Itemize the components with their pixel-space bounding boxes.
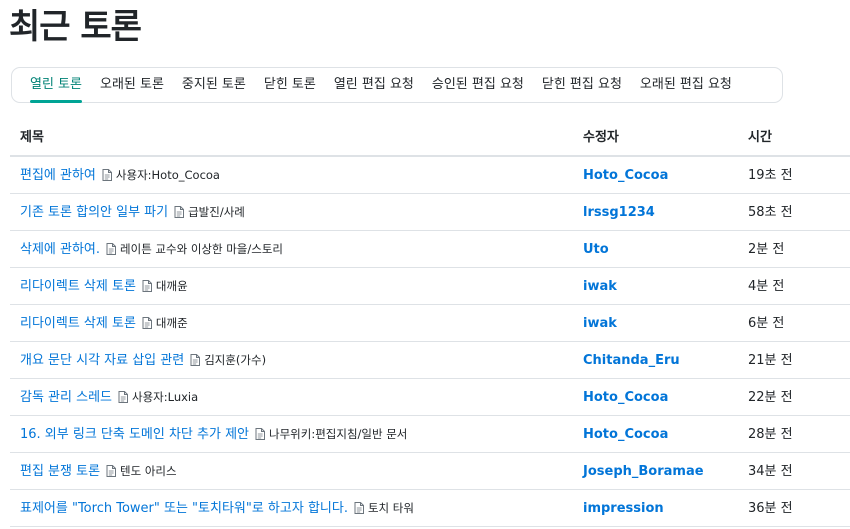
page-title: 최근 토론 [9,7,142,47]
document-icon [106,233,117,255]
table-row: 삭제에 관하여. 레이튼 교수와 이상한 마을/스토리 Uto 2분 전 [10,231,850,268]
time-ago: 28분 전 [748,427,793,442]
editor-link[interactable]: iwak [583,268,617,305]
discussion-topic-link[interactable]: 편집 분쟁 토론 [20,464,100,479]
document-name: 사용자:Hoto_Cocoa [115,168,220,182]
table-row: 감독 관리 스레드 사용자:Luxia Hoto_Cocoa 22분 전 [10,379,850,416]
document-link[interactable]: 대깨준 [142,305,188,342]
table-row: 리다이렉트 삭제 토론 대깨윤 iwak 4분 전 [10,268,850,305]
title-cell: 편집 분쟁 토론 텐도 아리스 [20,453,177,490]
title-cell: 표제어를 "Torch Tower" 또는 "토치타워"로 하고자 합니다. 토치… [20,490,414,527]
table-row: 리다이렉트 삭제 토론 대깨준 iwak 6분 전 [10,305,850,342]
title-cell: 16. 외부 링크 단축 도메인 차단 추가 제안 나무위키:편집지침/일반 문서 [20,416,407,453]
discussion-topic-link[interactable]: 기존 토론 합의안 일부 파기 [20,205,168,220]
document-name: 대깨윤 [155,279,188,293]
document-icon [174,196,185,218]
editor-link[interactable]: Uto [583,231,609,268]
document-icon [118,381,128,403]
time-ago: 2분 전 [748,242,785,257]
tab-1[interactable]: 오래된 토론 [91,68,173,102]
document-icon [190,344,201,366]
document-icon [102,159,112,181]
table-header: 제목 수정자 시간 [10,120,850,157]
discussion-topic-link[interactable]: 삭제에 관하여. [20,242,100,257]
column-header-editor: 수정자 [583,130,619,145]
table-row: 개요 문단 시각 자료 삽입 관련 김지훈(가수) Chitanda_Eru 21분 … [10,342,850,379]
title-cell: 감독 관리 스레드 사용자:Luxia [20,379,198,416]
time-ago: 22분 전 [748,390,793,405]
discussion-topic-link[interactable]: 리다이렉트 삭제 토론 [20,316,136,331]
title-cell: 기존 토론 합의안 일부 파기 급발진/사례 [20,194,245,231]
document-link[interactable]: 토치 타워 [354,490,414,527]
document-link[interactable]: 텐도 아리스 [106,453,177,490]
column-header-title: 제목 [20,130,44,145]
editor-link[interactable]: Chitanda_Eru [583,342,680,379]
editor-link[interactable]: iwak [583,305,617,342]
document-link[interactable]: 사용자:Hoto_Cocoa [102,157,220,194]
time-ago: 21분 전 [748,353,793,368]
tab-5[interactable]: 승인된 편집 요청 [423,68,533,102]
document-icon [142,307,152,329]
document-link[interactable]: 김지훈(가수) [190,342,266,379]
title-cell: 삭제에 관하여. 레이튼 교수와 이상한 마을/스토리 [20,231,283,268]
time-ago: 36분 전 [748,501,793,516]
title-cell: 편집에 관하여 사용자:Hoto_Cocoa [20,157,220,194]
discussion-tabs: 열린 토론 오래된 토론 중지된 토론 닫힌 토론 열린 편집 요청 승인된 편집 요청 닫… [11,67,783,103]
document-name: 사용자:Luxia [132,390,199,404]
editor-link[interactable]: Hoto_Cocoa [583,157,668,194]
tab-6[interactable]: 닫힌 편집 요청 [533,68,631,102]
document-link[interactable]: 사용자:Luxia [118,379,198,416]
document-link[interactable]: 나무위키:편집지침/일반 문서 [255,416,407,453]
title-cell: 개요 문단 시각 자료 삽입 관련 김지훈(가수) [20,342,266,379]
tab-2[interactable]: 중지된 토론 [173,68,255,102]
document-icon [354,492,364,514]
discussion-topic-link[interactable]: 표제어를 "Torch Tower" 또는 "토치타워"로 하고자 합니다. [20,501,348,516]
document-name: 토치 타워 [367,501,414,515]
title-cell: 리다이렉트 삭제 토론 대깨윤 [20,268,188,305]
time-ago: 58초 전 [748,205,793,220]
document-link[interactable]: 레이튼 교수와 이상한 마을/스토리 [106,231,283,268]
document-icon [255,418,266,440]
discussion-topic-link[interactable]: 편집에 관하여 [20,168,96,183]
document-name: 텐도 아리스 [120,464,177,478]
time-ago: 19초 전 [748,168,793,183]
discussion-topic-link[interactable]: 16. 외부 링크 단축 도메인 차단 추가 제안 [20,427,249,442]
tab-4[interactable]: 열린 편집 요청 [325,68,423,102]
discussion-topic-link[interactable]: 개요 문단 시각 자료 삽입 관련 [20,353,184,368]
table-row: 편집에 관하여 사용자:Hoto_Cocoa Hoto_Cocoa 19초 전 [10,157,850,194]
table-row: 16. 외부 링크 단축 도메인 차단 추가 제안 나무위키:편집지침/일반 문서… [10,416,850,453]
time-ago: 4분 전 [748,279,785,294]
editor-link[interactable]: lrssg1234 [583,194,655,231]
document-name: 나무위키:편집지침/일반 문서 [269,427,408,441]
document-name: 레이튼 교수와 이상한 마을/스토리 [120,242,283,256]
time-ago: 6분 전 [748,316,785,331]
title-cell: 리다이렉트 삭제 토론 대깨준 [20,305,188,342]
document-icon [106,455,117,477]
recent-discussions-page: 최근 토론 열린 토론 오래된 토론 중지된 토론 닫힌 토론 열린 편집 요청 승인된 … [0,0,850,529]
discussion-topic-link[interactable]: 감독 관리 스레드 [20,390,112,405]
document-name: 김지훈(가수) [204,353,267,367]
tab-7[interactable]: 오래된 편집 요청 [631,68,741,102]
table-row: 표제어를 "Torch Tower" 또는 "토치타워"로 하고자 합니다. 토치… [10,490,850,527]
editor-link[interactable]: impression [583,490,664,527]
column-header-time: 시간 [748,130,772,145]
editor-link[interactable]: Hoto_Cocoa [583,416,668,453]
time-ago: 34분 전 [748,464,793,479]
editor-link[interactable]: Hoto_Cocoa [583,379,668,416]
tab-3[interactable]: 닫힌 토론 [255,68,325,102]
discussion-topic-link[interactable]: 리다이렉트 삭제 토론 [20,279,136,294]
tab-0[interactable]: 열린 토론 [21,68,91,103]
document-link[interactable]: 급발진/사례 [174,194,245,231]
table-row: 기존 토론 합의안 일부 파기 급발진/사례 lrssg1234 58초 전 [10,194,850,231]
document-name: 급발진/사례 [188,205,245,219]
editor-link[interactable]: Joseph_Boramae [583,453,704,490]
table-row: 편집 분쟁 토론 텐도 아리스 Joseph_Boramae 34분 전 [10,453,850,490]
document-name: 대깨준 [155,316,188,330]
document-icon [142,270,152,292]
document-link[interactable]: 대깨윤 [142,268,188,305]
